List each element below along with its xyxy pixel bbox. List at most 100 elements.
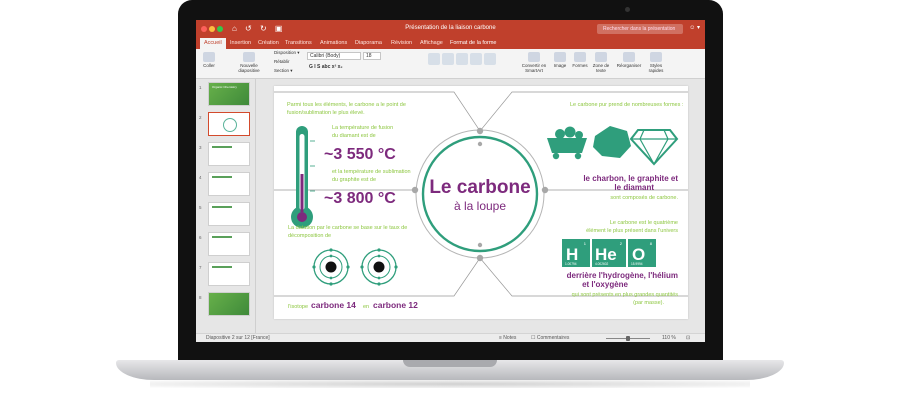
abund-line6: (par masse). xyxy=(633,300,664,306)
connector-line xyxy=(479,91,688,132)
ribbon-tabs: Accueil Insertion Création Transitions A… xyxy=(196,38,705,49)
slide-canvas[interactable]: Le carbone à la loupe Parmi tous les élé… xyxy=(274,86,688,319)
abund-line4: et l'oxygène xyxy=(582,280,628,289)
slide-thumbnail-selected[interactable] xyxy=(208,112,250,136)
notes-button[interactable]: ≡ Notes xyxy=(499,335,516,341)
laptop-shadow xyxy=(150,380,750,388)
tab-accueil[interactable]: Accueil xyxy=(200,38,226,49)
thumb-title: Organic Chemistry xyxy=(212,85,237,89)
isotope-c14: carbone 14 xyxy=(311,300,356,310)
thumb-number: 8 xyxy=(199,295,202,300)
thumb-bar xyxy=(212,146,232,148)
comments-button[interactable]: ☐ Commentaires xyxy=(531,335,569,341)
coal-cart-icon xyxy=(547,126,587,160)
align-right-icon[interactable] xyxy=(456,53,468,65)
tab-animations[interactable]: Animations xyxy=(320,40,347,46)
tab-creation[interactable]: Création xyxy=(258,40,279,46)
image-button[interactable]: Image xyxy=(552,52,568,68)
thumb-number: 7 xyxy=(199,265,202,270)
forms-intro: Le carbone pur prend de nombreuses forme… xyxy=(570,102,684,108)
camera-icon xyxy=(625,7,630,12)
align-center-icon[interactable] xyxy=(442,53,454,65)
abund-line1: Le carbone est le quatrième xyxy=(610,220,678,226)
shapes-label: Formes xyxy=(572,63,588,68)
tab-format-forme[interactable]: Format de la forme xyxy=(450,40,496,46)
temp-intro-line1: Parmi tous les éléments, le carbone a le… xyxy=(287,102,406,108)
fit-to-window-icon[interactable]: ⊡ xyxy=(686,335,690,341)
slide-thumbnail[interactable] xyxy=(208,202,250,226)
slide-thumbnail[interactable] xyxy=(208,262,250,286)
font-name-select[interactable]: Calibri (Body) xyxy=(307,52,361,60)
align-left-icon[interactable] xyxy=(428,53,440,65)
temp-label-1: La température de fusion xyxy=(332,125,393,131)
text-box-icon xyxy=(595,52,607,62)
justify-icon[interactable] xyxy=(470,53,482,65)
title-bar: ⌂ ↺ ↻ ▣ Présentation de la liaison carbo… xyxy=(196,20,705,38)
status-bar: Diapositive 2 sur 12 [France] ≡ Notes ☐ … xyxy=(196,333,705,342)
slide-thumbnail[interactable] xyxy=(208,172,250,196)
image-label: Image xyxy=(553,63,567,68)
ribbon: Coller Nouvelle diapositive Disposition … xyxy=(196,49,705,79)
dating-line1: La datation par le carbone se base sur l… xyxy=(288,225,407,231)
paste-label: Coller xyxy=(203,63,215,68)
tab-revision[interactable]: Révision xyxy=(391,40,412,46)
font-size-select[interactable]: 18 xyxy=(363,52,381,60)
convert-smartart-button[interactable]: Convertir en SmartArt xyxy=(521,52,547,73)
zoom-slider-handle[interactable] xyxy=(626,336,630,341)
new-slide-label: Nouvelle diapositive xyxy=(238,63,260,73)
thumb-bar xyxy=(212,176,232,178)
text-box-button[interactable]: Zone de texte xyxy=(592,52,610,73)
columns-icon[interactable] xyxy=(484,53,496,65)
paste-button[interactable]: Coller xyxy=(200,52,218,68)
thumb-bar xyxy=(212,266,232,268)
element-o-mass: 15.9994 xyxy=(631,262,643,266)
tab-affichage[interactable]: Affichage xyxy=(420,40,443,46)
slide-thumbnail[interactable] xyxy=(208,142,250,166)
thumb-number: 6 xyxy=(199,235,202,240)
slide-thumbnail[interactable] xyxy=(208,232,250,256)
tab-transitions[interactable]: Transitions xyxy=(285,40,312,46)
abund-line5: qui sont présents en plus grandes quanti… xyxy=(572,292,679,298)
temp-label-4: du graphite est de xyxy=(332,177,376,183)
new-slide-button[interactable]: Nouvelle diapositive xyxy=(238,52,260,73)
arrange-button[interactable]: Réorganiser xyxy=(616,52,642,68)
new-slide-icon xyxy=(243,52,255,62)
dating-line2: décomposition de xyxy=(288,233,331,239)
shapes-icon xyxy=(574,52,586,62)
element-he-mass: 4.002602 xyxy=(595,262,609,266)
clipboard-icon xyxy=(203,52,215,62)
connector-dot xyxy=(477,141,483,147)
thumb-number: 2 xyxy=(199,115,202,120)
account-icon[interactable]: ☺ ▾ xyxy=(689,24,700,31)
quick-styles-button[interactable]: Styles rapides xyxy=(646,52,666,73)
shapes-button[interactable]: Formes xyxy=(571,52,589,68)
forms-line2: le diamant xyxy=(614,183,654,192)
temp-value-2: ~3 800 °C xyxy=(324,190,396,207)
element-he-tile: 2 He 4.002602 xyxy=(592,239,626,267)
forms-line1: le charbon, le graphite et xyxy=(583,174,678,183)
element-h-tile: 1 H 1.00794 xyxy=(562,239,590,267)
text-format-buttons[interactable]: G I S abc x² x₂ xyxy=(309,64,343,70)
graphite-icon xyxy=(593,126,631,158)
temp-label-2: du diamant est de xyxy=(332,133,376,139)
tab-insertion[interactable]: Insertion xyxy=(230,40,251,46)
connector-dot xyxy=(411,186,419,194)
isotope-en: en xyxy=(363,304,369,310)
diamond-icon xyxy=(629,129,679,166)
element-o-tile: 8 O 15.9994 xyxy=(628,239,656,267)
reset-button[interactable]: Rétablir xyxy=(274,59,290,64)
convert-smartart-label: Convertir en SmartArt xyxy=(521,63,547,73)
layout-button[interactable]: Disposition ▾ xyxy=(274,50,300,56)
slide-thumbnail[interactable]: Organic Chemistry xyxy=(208,82,250,106)
element-h-mass: 1.00794 xyxy=(565,262,577,266)
connector-dot xyxy=(477,242,483,248)
section-button[interactable]: Section ▾ xyxy=(274,68,293,74)
search-input[interactable]: Rechercher dans la présentation xyxy=(597,24,683,34)
slide-thumbnail[interactable] xyxy=(208,292,250,316)
atom-carbon12-icon xyxy=(360,248,398,286)
thumb-bar xyxy=(212,236,232,238)
thumb-circle-icon xyxy=(223,118,237,132)
smartart-icon xyxy=(528,52,540,62)
thumb-bar xyxy=(212,206,232,208)
tab-diaporama[interactable]: Diaporama xyxy=(355,40,382,46)
